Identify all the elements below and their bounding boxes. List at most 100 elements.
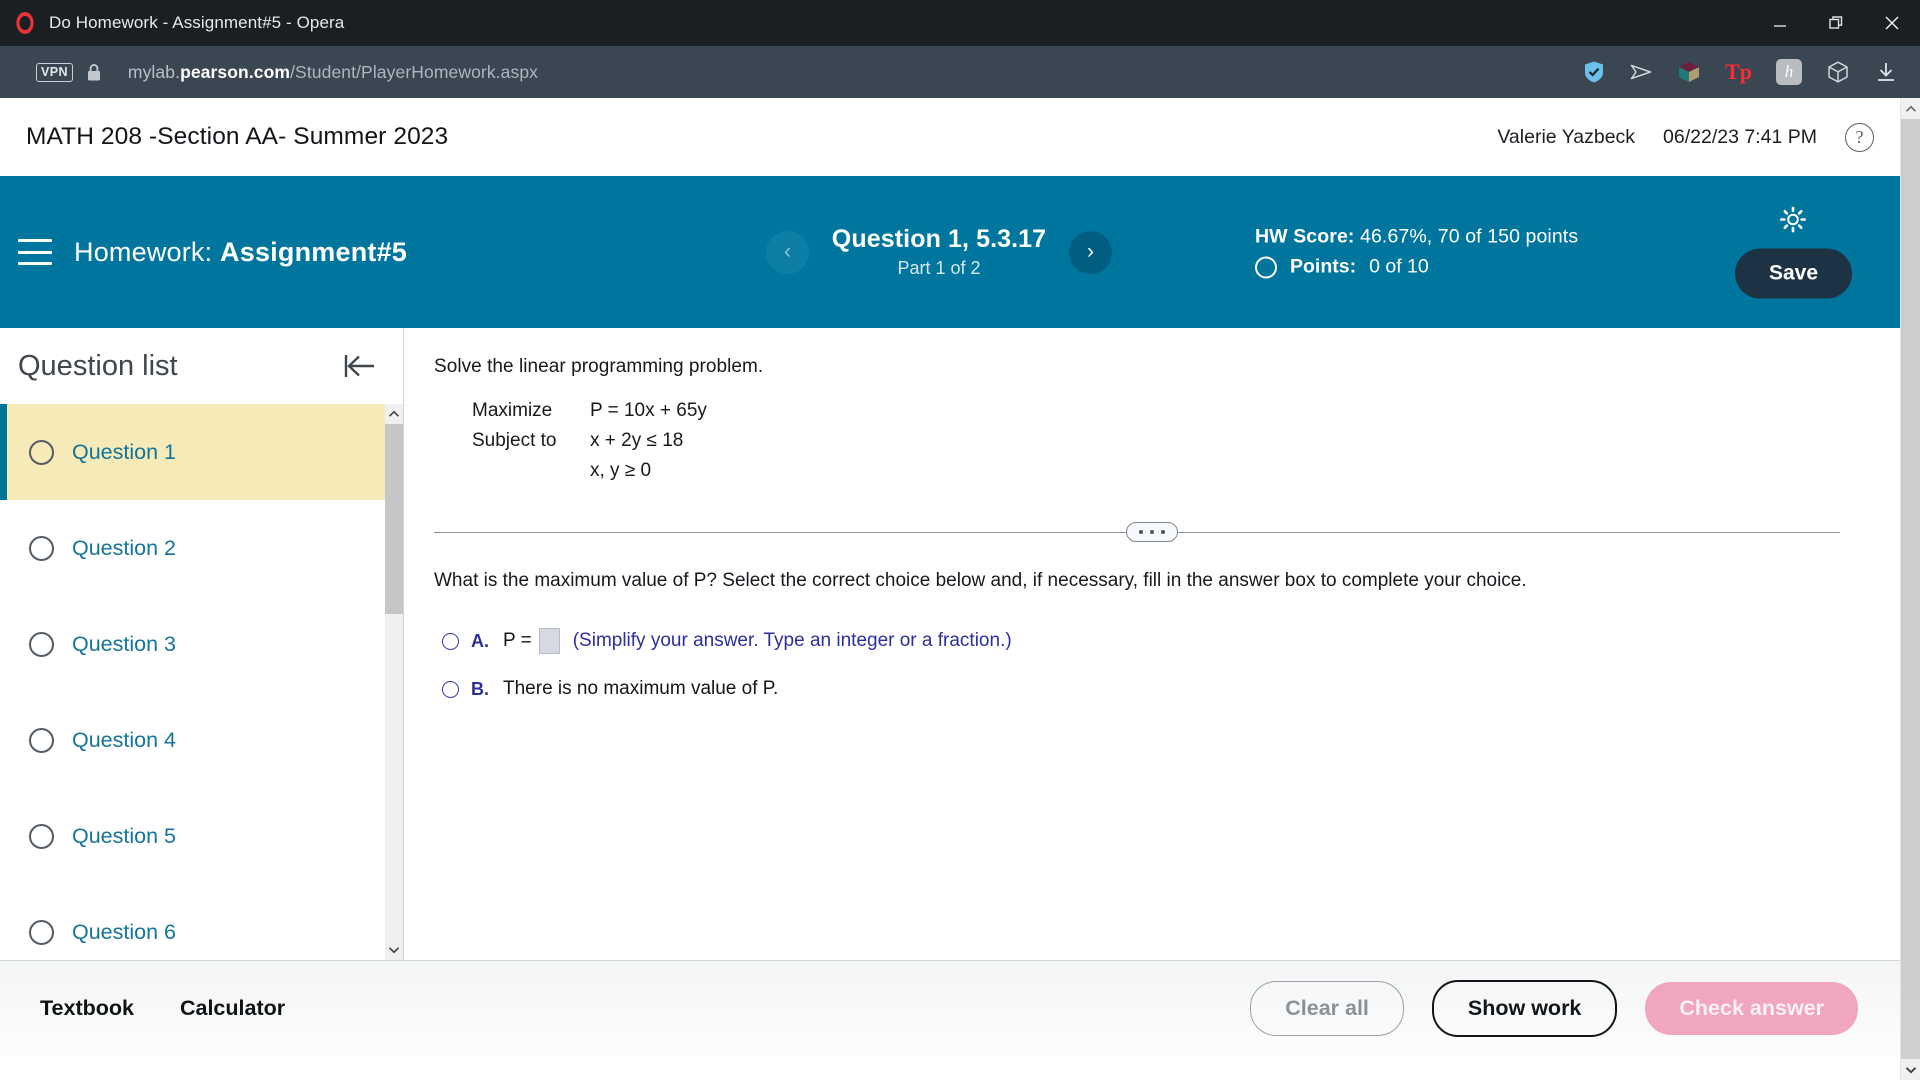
url-host-prefix: mylab. bbox=[127, 61, 181, 82]
gear-icon[interactable] bbox=[1779, 206, 1807, 239]
section-divider bbox=[434, 522, 1870, 542]
vpn-badge[interactable]: VPN bbox=[36, 62, 73, 82]
question-list-title: Question list bbox=[18, 349, 178, 382]
show-work-button[interactable]: Show work bbox=[1431, 980, 1618, 1037]
cube-outline-icon[interactable] bbox=[1826, 60, 1850, 84]
window-controls bbox=[1752, 0, 1920, 46]
hamburger-menu-icon[interactable] bbox=[18, 239, 52, 265]
answer-choice-b-letter: B. bbox=[471, 678, 489, 699]
math-line-1: Maximize P = 10x + 65y bbox=[472, 396, 1870, 426]
question-list-item-4[interactable]: Question 4 bbox=[0, 692, 386, 788]
answer-choice-b-text: There is no maximum value of P. bbox=[503, 678, 779, 699]
math-line-2-expression: x + 2y ≤ 18 bbox=[590, 430, 684, 451]
scrollbar-thumb[interactable] bbox=[385, 424, 403, 614]
question-navigator: ‹ Question 1, 5.3.17 Part 1 of 2 › bbox=[766, 225, 1112, 279]
radio-button-a[interactable] bbox=[442, 632, 459, 650]
restore-icon[interactable] bbox=[1808, 0, 1864, 46]
question-list-item-label: Question 4 bbox=[72, 727, 176, 752]
collapse-panel-left-icon[interactable] bbox=[343, 351, 377, 381]
math-line-3-expression: x, y ≥ 0 bbox=[590, 460, 652, 481]
problem-panel: Solve the linear programming problem. Ma… bbox=[404, 328, 1900, 960]
page-scrollbar-thumb[interactable] bbox=[1901, 119, 1920, 999]
scroll-down-arrow-icon[interactable] bbox=[385, 940, 403, 960]
honey-extension-icon[interactable]: h bbox=[1776, 59, 1802, 85]
question-list-item-5[interactable]: Question 5 bbox=[0, 788, 386, 884]
divider-dots-handle-icon[interactable] bbox=[1126, 522, 1178, 542]
points-value: 0 of 10 bbox=[1369, 255, 1429, 278]
browser-address-bar: VPN mylab.pearson.com/Student/PlayerHome… bbox=[0, 46, 1920, 98]
status-ring-icon bbox=[29, 631, 54, 657]
question-list-item-2[interactable]: Question 2 bbox=[0, 500, 386, 596]
hw-score-label: HW Score: bbox=[1255, 225, 1355, 248]
homework-label: Homework: Assignment#5 bbox=[74, 237, 407, 268]
status-ring-icon bbox=[29, 439, 54, 465]
question-list-item-label: Question 3 bbox=[72, 631, 176, 656]
math-block: Maximize P = 10x + 65y Subject to x + 2y… bbox=[472, 396, 1870, 486]
opera-logo-icon bbox=[16, 12, 34, 34]
question-list-item-label: Question 5 bbox=[72, 823, 176, 848]
answer-choice-a[interactable]: A. P = (Simplify your answer. Type an in… bbox=[442, 628, 1870, 654]
window-title: Do Homework - Assignment#5 - Opera bbox=[49, 13, 345, 32]
question-navigator-center: Question 1, 5.3.17 Part 1 of 2 bbox=[831, 225, 1047, 279]
minimize-icon[interactable] bbox=[1752, 0, 1808, 46]
assignment-name: Assignment#5 bbox=[220, 236, 408, 267]
hw-score-line: HW Score: 46.67%, 70 of 150 points bbox=[1255, 226, 1578, 249]
save-button[interactable]: Save bbox=[1734, 248, 1852, 299]
page-title: MATH 208 -Section AA- Summer 2023 bbox=[26, 123, 449, 150]
answer-choice-b[interactable]: B. There is no maximum value of P. bbox=[442, 678, 1870, 700]
send-arrow-icon[interactable] bbox=[1629, 61, 1653, 83]
hw-score-value: 46.67%, 70 of 150 points bbox=[1360, 225, 1579, 248]
question-list-item-3[interactable]: Question 3 bbox=[0, 596, 386, 692]
download-icon[interactable] bbox=[1874, 60, 1898, 84]
main-split: Question list Question 1 Question 2 Ques… bbox=[0, 328, 1900, 960]
honey-extension-label: h bbox=[1776, 59, 1802, 85]
status-ring-icon bbox=[1255, 256, 1277, 278]
answer-choice-a-letter: A. bbox=[471, 630, 489, 651]
url-bar[interactable]: mylab.pearson.com/Student/PlayerHomework… bbox=[128, 62, 538, 83]
question-text: What is the maximum value of P? Select t… bbox=[434, 570, 1527, 591]
user-name: Valerie Yazbeck bbox=[1497, 125, 1636, 148]
status-ring-icon bbox=[29, 727, 54, 753]
page-content: MATH 208 -Section AA- Summer 2023 Valeri… bbox=[0, 98, 1900, 1080]
scroll-up-arrow-icon[interactable] bbox=[385, 404, 403, 424]
help-icon[interactable]: ? bbox=[1845, 122, 1874, 152]
homework-toolbar-right: Save bbox=[1734, 206, 1852, 299]
question-list-item-6[interactable]: Question 6 bbox=[0, 884, 386, 960]
question-title: Question 1, 5.3.17 bbox=[831, 225, 1047, 253]
answer-choice-a-prefix: P = bbox=[503, 630, 532, 651]
browser-title-bar: Do Homework - Assignment#5 - Opera bbox=[0, 0, 1920, 46]
check-answer-button[interactable]: Check answer bbox=[1645, 982, 1858, 1035]
calculator-link[interactable]: Calculator bbox=[180, 996, 285, 1021]
clear-all-button[interactable]: Clear all bbox=[1250, 981, 1404, 1036]
bottom-toolbar: Textbook Calculator Clear all Show work … bbox=[0, 960, 1900, 1056]
answer-input-box[interactable] bbox=[538, 628, 560, 654]
page-scroll-up-arrow-icon[interactable] bbox=[1901, 98, 1920, 119]
shield-check-icon[interactable] bbox=[1583, 60, 1605, 84]
page-scroll-down-arrow-icon[interactable] bbox=[1901, 1059, 1920, 1080]
math-line-3: x, y ≥ 0 bbox=[472, 456, 1870, 486]
question-list-item-label: Question 2 bbox=[72, 535, 176, 560]
math-line-1-label: Maximize bbox=[472, 400, 553, 421]
cube-color-icon[interactable] bbox=[1677, 60, 1701, 84]
chevron-left-icon[interactable]: ‹ bbox=[766, 230, 809, 274]
tp-logo-label: Tp bbox=[1725, 59, 1752, 84]
close-icon[interactable] bbox=[1864, 0, 1920, 46]
page-scrollbar[interactable] bbox=[1900, 98, 1920, 1080]
question-list-scrollbar[interactable] bbox=[385, 404, 403, 960]
bottom-toolbar-right: Clear all Show work Check answer bbox=[1250, 980, 1858, 1037]
lock-icon[interactable] bbox=[86, 63, 102, 82]
question-list-item-1[interactable]: Question 1 bbox=[0, 404, 386, 500]
radio-button-b[interactable] bbox=[442, 680, 459, 698]
textbook-link[interactable]: Textbook bbox=[40, 996, 134, 1021]
question-list-scroll-area: Question 1 Question 2 Question 3 Questio… bbox=[0, 404, 403, 960]
chevron-right-icon[interactable]: › bbox=[1069, 230, 1112, 274]
math-line-1-expression: P = 10x + 65y bbox=[590, 400, 707, 421]
timestamp: 06/22/23 7:41 PM bbox=[1663, 125, 1817, 148]
tp-logo-icon[interactable]: Tp bbox=[1725, 59, 1752, 85]
points-label: Points: bbox=[1290, 255, 1357, 278]
answer-choice-a-body: P = (Simplify your answer. Type an integ… bbox=[503, 628, 1012, 654]
status-ring-icon bbox=[29, 919, 54, 945]
bottom-toolbar-left: Textbook Calculator bbox=[40, 996, 285, 1021]
status-ring-icon bbox=[29, 535, 54, 561]
answer-choices: A. P = (Simplify your answer. Type an in… bbox=[434, 628, 1870, 700]
